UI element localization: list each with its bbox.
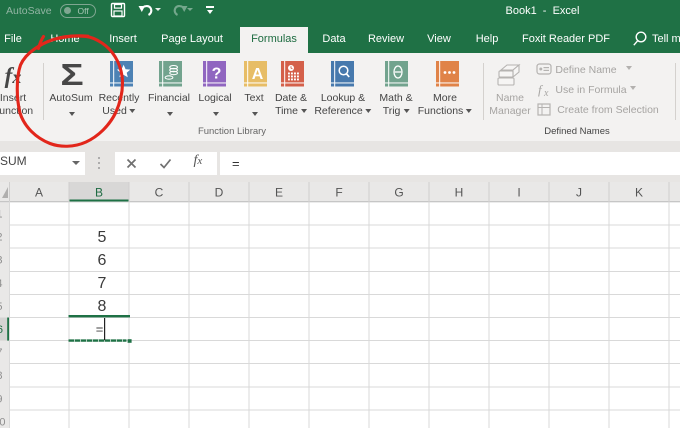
svg-text:9: 9 bbox=[0, 393, 3, 405]
svg-text:2: 2 bbox=[0, 232, 3, 244]
svg-text:D: D bbox=[215, 186, 224, 200]
svg-text:B: B bbox=[95, 186, 103, 200]
svg-text:8: 8 bbox=[98, 298, 107, 315]
svg-text:?: ? bbox=[212, 66, 222, 83]
svg-text:8: 8 bbox=[0, 370, 3, 382]
svg-text:10: 10 bbox=[0, 416, 6, 428]
svg-text:F: F bbox=[335, 186, 342, 200]
svg-text:3: 3 bbox=[0, 255, 3, 267]
svg-text:J: J bbox=[576, 186, 582, 200]
svg-text:K: K bbox=[635, 186, 643, 200]
svg-text:7: 7 bbox=[0, 347, 3, 359]
svg-text:6: 6 bbox=[0, 324, 3, 336]
svg-text:7: 7 bbox=[98, 275, 107, 292]
svg-text:G: G bbox=[394, 186, 403, 200]
svg-text:A: A bbox=[35, 186, 43, 200]
svg-text:x: x bbox=[543, 88, 549, 97]
svg-text:A: A bbox=[251, 66, 263, 83]
svg-text:5: 5 bbox=[0, 301, 3, 313]
svg-text:4: 4 bbox=[0, 278, 3, 290]
svg-text:=: = bbox=[96, 322, 104, 337]
svg-text:6: 6 bbox=[98, 252, 107, 269]
svg-text:I: I bbox=[517, 186, 520, 200]
svg-text:5: 5 bbox=[98, 229, 107, 246]
svg-text:E: E bbox=[275, 186, 283, 200]
svg-text:H: H bbox=[455, 186, 464, 200]
svg-text:C: C bbox=[155, 186, 164, 200]
svg-text:1: 1 bbox=[0, 209, 3, 221]
